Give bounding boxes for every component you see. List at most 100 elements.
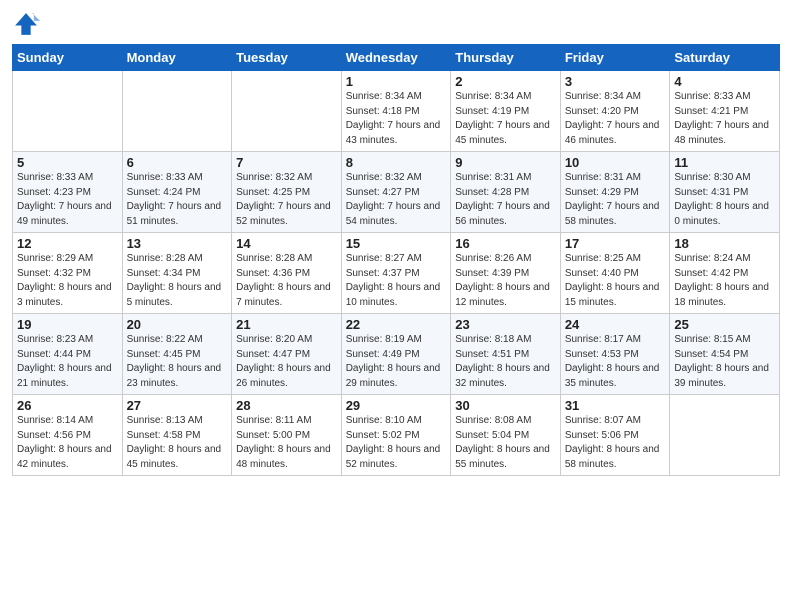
- day-info: Sunrise: 8:20 AM Sunset: 4:47 PM Dayligh…: [236, 333, 337, 391]
- calendar-week-1: 1Sunrise: 8:34 AM Sunset: 4:18 PM Daylig…: [13, 71, 780, 152]
- day-number: 20: [127, 317, 228, 332]
- day-info: Sunrise: 8:14 AM Sunset: 4:56 PM Dayligh…: [17, 414, 118, 472]
- day-info: Sunrise: 8:24 AM Sunset: 4:42 PM Dayligh…: [674, 252, 775, 310]
- day-info: Sunrise: 8:13 AM Sunset: 4:58 PM Dayligh…: [127, 414, 228, 472]
- day-number: 31: [565, 398, 666, 413]
- calendar-cell: 23Sunrise: 8:18 AM Sunset: 4:51 PM Dayli…: [451, 314, 561, 395]
- day-number: 15: [346, 236, 447, 251]
- day-number: 19: [17, 317, 118, 332]
- day-number: 9: [455, 155, 556, 170]
- header: [12, 10, 780, 38]
- weekday-header-tuesday: Tuesday: [232, 45, 342, 71]
- calendar-cell: [232, 71, 342, 152]
- calendar-cell: 12Sunrise: 8:29 AM Sunset: 4:32 PM Dayli…: [13, 233, 123, 314]
- day-info: Sunrise: 8:33 AM Sunset: 4:23 PM Dayligh…: [17, 171, 118, 229]
- logo-icon: [12, 10, 40, 38]
- day-info: Sunrise: 8:19 AM Sunset: 4:49 PM Dayligh…: [346, 333, 447, 391]
- day-info: Sunrise: 8:28 AM Sunset: 4:36 PM Dayligh…: [236, 252, 337, 310]
- day-number: 12: [17, 236, 118, 251]
- weekday-header-saturday: Saturday: [670, 45, 780, 71]
- day-number: 24: [565, 317, 666, 332]
- day-info: Sunrise: 8:23 AM Sunset: 4:44 PM Dayligh…: [17, 333, 118, 391]
- calendar-cell: 10Sunrise: 8:31 AM Sunset: 4:29 PM Dayli…: [560, 152, 670, 233]
- day-number: 8: [346, 155, 447, 170]
- calendar-cell: 24Sunrise: 8:17 AM Sunset: 4:53 PM Dayli…: [560, 314, 670, 395]
- day-number: 2: [455, 74, 556, 89]
- day-number: 26: [17, 398, 118, 413]
- day-info: Sunrise: 8:32 AM Sunset: 4:27 PM Dayligh…: [346, 171, 447, 229]
- calendar-week-5: 26Sunrise: 8:14 AM Sunset: 4:56 PM Dayli…: [13, 395, 780, 476]
- calendar-cell: 19Sunrise: 8:23 AM Sunset: 4:44 PM Dayli…: [13, 314, 123, 395]
- day-info: Sunrise: 8:17 AM Sunset: 4:53 PM Dayligh…: [565, 333, 666, 391]
- day-number: 5: [17, 155, 118, 170]
- day-number: 1: [346, 74, 447, 89]
- day-number: 17: [565, 236, 666, 251]
- day-info: Sunrise: 8:26 AM Sunset: 4:39 PM Dayligh…: [455, 252, 556, 310]
- calendar-cell: 2Sunrise: 8:34 AM Sunset: 4:19 PM Daylig…: [451, 71, 561, 152]
- day-info: Sunrise: 8:10 AM Sunset: 5:02 PM Dayligh…: [346, 414, 447, 472]
- calendar-table: SundayMondayTuesdayWednesdayThursdayFrid…: [12, 44, 780, 476]
- day-number: 25: [674, 317, 775, 332]
- day-number: 13: [127, 236, 228, 251]
- calendar-cell: 4Sunrise: 8:33 AM Sunset: 4:21 PM Daylig…: [670, 71, 780, 152]
- weekday-header-friday: Friday: [560, 45, 670, 71]
- calendar-cell: 7Sunrise: 8:32 AM Sunset: 4:25 PM Daylig…: [232, 152, 342, 233]
- day-number: 30: [455, 398, 556, 413]
- day-info: Sunrise: 8:25 AM Sunset: 4:40 PM Dayligh…: [565, 252, 666, 310]
- calendar-cell: 14Sunrise: 8:28 AM Sunset: 4:36 PM Dayli…: [232, 233, 342, 314]
- calendar-cell: 25Sunrise: 8:15 AM Sunset: 4:54 PM Dayli…: [670, 314, 780, 395]
- day-info: Sunrise: 8:33 AM Sunset: 4:21 PM Dayligh…: [674, 90, 775, 148]
- calendar-cell: 16Sunrise: 8:26 AM Sunset: 4:39 PM Dayli…: [451, 233, 561, 314]
- calendar-cell: 29Sunrise: 8:10 AM Sunset: 5:02 PM Dayli…: [341, 395, 451, 476]
- calendar-cell: 5Sunrise: 8:33 AM Sunset: 4:23 PM Daylig…: [13, 152, 123, 233]
- calendar-cell: 22Sunrise: 8:19 AM Sunset: 4:49 PM Dayli…: [341, 314, 451, 395]
- calendar-cell: 11Sunrise: 8:30 AM Sunset: 4:31 PM Dayli…: [670, 152, 780, 233]
- weekday-header-wednesday: Wednesday: [341, 45, 451, 71]
- calendar-week-2: 5Sunrise: 8:33 AM Sunset: 4:23 PM Daylig…: [13, 152, 780, 233]
- calendar-cell: 3Sunrise: 8:34 AM Sunset: 4:20 PM Daylig…: [560, 71, 670, 152]
- day-info: Sunrise: 8:22 AM Sunset: 4:45 PM Dayligh…: [127, 333, 228, 391]
- day-number: 22: [346, 317, 447, 332]
- calendar-cell: 8Sunrise: 8:32 AM Sunset: 4:27 PM Daylig…: [341, 152, 451, 233]
- day-info: Sunrise: 8:34 AM Sunset: 4:20 PM Dayligh…: [565, 90, 666, 148]
- day-number: 11: [674, 155, 775, 170]
- calendar-cell: 18Sunrise: 8:24 AM Sunset: 4:42 PM Dayli…: [670, 233, 780, 314]
- calendar-cell: 26Sunrise: 8:14 AM Sunset: 4:56 PM Dayli…: [13, 395, 123, 476]
- day-info: Sunrise: 8:08 AM Sunset: 5:04 PM Dayligh…: [455, 414, 556, 472]
- calendar-cell: 20Sunrise: 8:22 AM Sunset: 4:45 PM Dayli…: [122, 314, 232, 395]
- day-info: Sunrise: 8:31 AM Sunset: 4:29 PM Dayligh…: [565, 171, 666, 229]
- day-number: 3: [565, 74, 666, 89]
- logo: [12, 10, 44, 38]
- calendar-cell: [122, 71, 232, 152]
- calendar-cell: 28Sunrise: 8:11 AM Sunset: 5:00 PM Dayli…: [232, 395, 342, 476]
- calendar-cell: [670, 395, 780, 476]
- calendar-cell: [13, 71, 123, 152]
- day-number: 6: [127, 155, 228, 170]
- day-info: Sunrise: 8:18 AM Sunset: 4:51 PM Dayligh…: [455, 333, 556, 391]
- day-number: 16: [455, 236, 556, 251]
- day-number: 29: [346, 398, 447, 413]
- calendar-cell: 30Sunrise: 8:08 AM Sunset: 5:04 PM Dayli…: [451, 395, 561, 476]
- day-info: Sunrise: 8:29 AM Sunset: 4:32 PM Dayligh…: [17, 252, 118, 310]
- calendar-cell: 6Sunrise: 8:33 AM Sunset: 4:24 PM Daylig…: [122, 152, 232, 233]
- day-info: Sunrise: 8:31 AM Sunset: 4:28 PM Dayligh…: [455, 171, 556, 229]
- calendar-cell: 1Sunrise: 8:34 AM Sunset: 4:18 PM Daylig…: [341, 71, 451, 152]
- weekday-header-row: SundayMondayTuesdayWednesdayThursdayFrid…: [13, 45, 780, 71]
- day-info: Sunrise: 8:11 AM Sunset: 5:00 PM Dayligh…: [236, 414, 337, 472]
- calendar-cell: 21Sunrise: 8:20 AM Sunset: 4:47 PM Dayli…: [232, 314, 342, 395]
- calendar-cell: 17Sunrise: 8:25 AM Sunset: 4:40 PM Dayli…: [560, 233, 670, 314]
- calendar-cell: 31Sunrise: 8:07 AM Sunset: 5:06 PM Dayli…: [560, 395, 670, 476]
- day-info: Sunrise: 8:34 AM Sunset: 4:18 PM Dayligh…: [346, 90, 447, 148]
- day-info: Sunrise: 8:27 AM Sunset: 4:37 PM Dayligh…: [346, 252, 447, 310]
- weekday-header-thursday: Thursday: [451, 45, 561, 71]
- page-container: SundayMondayTuesdayWednesdayThursdayFrid…: [0, 0, 792, 612]
- calendar-week-3: 12Sunrise: 8:29 AM Sunset: 4:32 PM Dayli…: [13, 233, 780, 314]
- day-info: Sunrise: 8:28 AM Sunset: 4:34 PM Dayligh…: [127, 252, 228, 310]
- day-info: Sunrise: 8:34 AM Sunset: 4:19 PM Dayligh…: [455, 90, 556, 148]
- day-info: Sunrise: 8:15 AM Sunset: 4:54 PM Dayligh…: [674, 333, 775, 391]
- day-number: 27: [127, 398, 228, 413]
- day-info: Sunrise: 8:30 AM Sunset: 4:31 PM Dayligh…: [674, 171, 775, 229]
- day-number: 21: [236, 317, 337, 332]
- calendar-cell: 27Sunrise: 8:13 AM Sunset: 4:58 PM Dayli…: [122, 395, 232, 476]
- day-info: Sunrise: 8:32 AM Sunset: 4:25 PM Dayligh…: [236, 171, 337, 229]
